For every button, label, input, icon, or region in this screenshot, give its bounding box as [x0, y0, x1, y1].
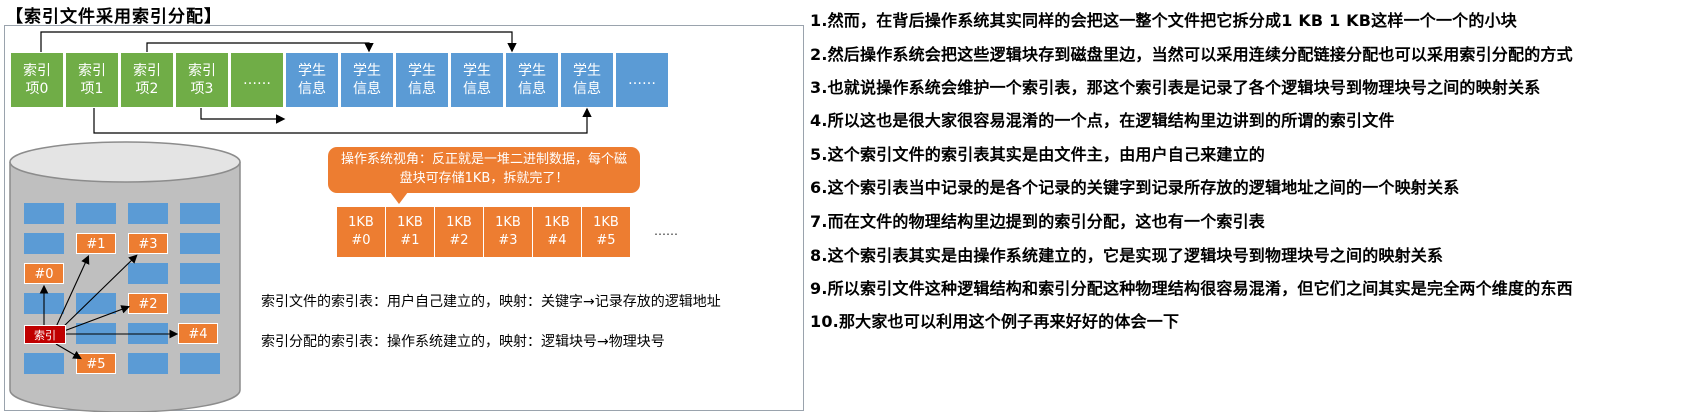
note-index-file: 索引文件的索引表：用户自己建立的，映射：关键字→记录存放的逻辑地址	[261, 294, 721, 310]
explanation-line-5: 5.这个索引文件的索引表其实是由文件主，由用户自己来建立的	[810, 145, 1266, 164]
kb-block-more: ……	[654, 224, 678, 238]
explanation-line-2: 2.然后操作系统会把这些逻辑块存到磁盘里边，当然可以采用连续分配链接分配也可以采…	[810, 45, 1573, 64]
explanation-line-10: 10.那大家也可以利用这个例子再来好好的体会一下	[810, 312, 1180, 331]
note-index-allocation: 索引分配的索引表：操作系统建立的，映射：逻辑块号→物理块号	[261, 334, 665, 350]
kb-block-1: 1KB #1	[385, 206, 435, 258]
kb-block-3: 1KB #3	[483, 206, 533, 258]
arrow-to-1	[55, 254, 90, 328]
arrow-to-3	[61, 254, 138, 329]
explanation-line-3: 3.也就说操作系统会维护一个索引表，那这个索引表是记录了各个逻辑块号到物理块号之…	[810, 78, 1541, 97]
kb-block-0: 1KB #0	[336, 206, 386, 258]
bubble-tail	[390, 192, 408, 204]
os-view-bubble: 操作系统视角：反正就是一堆二进制数据，每个磁盘块可存储1KB，拆就完了！	[328, 147, 640, 193]
kb-block-5: 1KB #5	[581, 206, 631, 258]
explanation-line-9: 9.所以索引文件这种逻辑结构和索引分配这种物理结构很容易混淆，但它们之间其实是完…	[810, 279, 1573, 298]
explanation-line-7: 7.而在文件的物理结构里边提到的索引分配，这也有一个索引表	[810, 212, 1266, 231]
explanation-line-1: 1.然而，在背后操作系统其实同样的会把这一整个文件把它拆分成1 KB 1 KB这…	[810, 11, 1517, 30]
arrow-to-5	[55, 343, 82, 360]
arrow-to-2	[63, 305, 131, 332]
kb-block-2: 1KB #2	[434, 206, 484, 258]
disk-index-block: 索引	[24, 325, 66, 344]
kb-block-4: 1KB #4	[532, 206, 582, 258]
explanation-line-4: 4.所以这也是很大家很容易混淆的一个点，在逻辑结构里边讲到的所谓的索引文件	[810, 111, 1395, 130]
explanation-line-6: 6.这个索引表当中记录的是各个记录的关键字到记录所存放的逻辑地址之间的一个映射关…	[810, 178, 1460, 197]
diagram-panel: 【索引文件采用索引分配】 索引 项0 索引 项1 索引 项2 索引 项3 …… …	[0, 0, 806, 416]
explanation-line-8: 8.这个索引表其实是由操作系统建立的，它是实现了逻辑块号到物理块号之间的映射关系	[810, 246, 1444, 265]
